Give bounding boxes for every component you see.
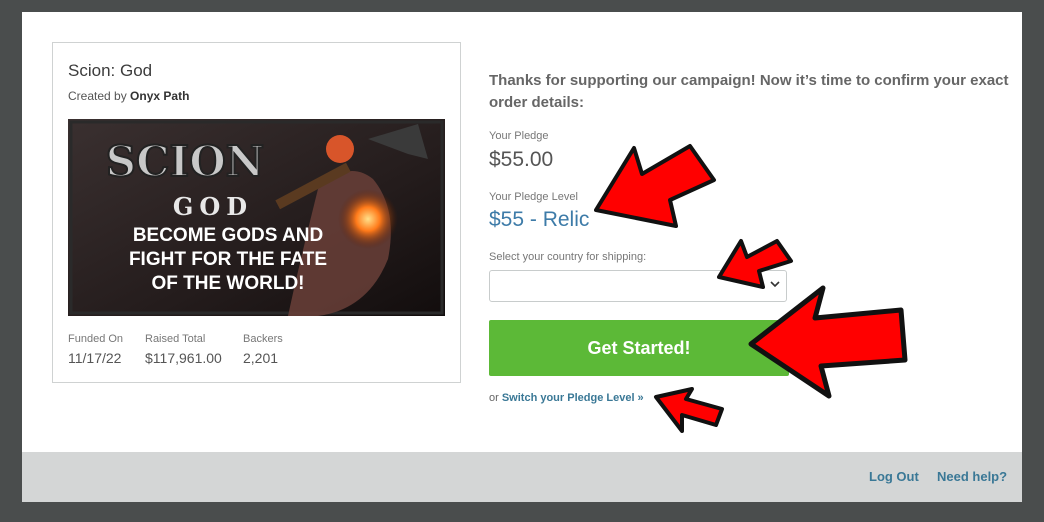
switch-pledge-level-link[interactable]: Switch your Pledge Level » — [502, 392, 644, 404]
stat-value: 11/17/22 — [68, 350, 122, 366]
pledge-manager-panel: Scion: God Created by Onyx Path SCION GO… — [22, 12, 1022, 502]
get-started-button[interactable]: Get Started! — [489, 320, 789, 376]
campaign-creator: Created by Onyx Path — [68, 89, 189, 103]
intro-text: Thanks for supporting our campaign! Now … — [489, 72, 1009, 111]
banner-tagline-3: OF THE WORLD! — [151, 273, 304, 294]
stat-label: Funded On — [68, 333, 124, 345]
banner-tagline-1: BECOME GODS AND — [133, 225, 323, 246]
footer-bar: Log Out Need help? — [22, 452, 1022, 502]
help-link[interactable]: Need help? — [937, 469, 1007, 484]
banner-subtitle: GOD — [173, 192, 253, 221]
campaign-card: Scion: God Created by Onyx Path SCION GO… — [52, 42, 461, 383]
annotation-arrow-icon — [594, 144, 716, 228]
annotation-arrow-icon — [748, 285, 908, 399]
stat-backers: Backers 2,201 — [243, 333, 283, 366]
pledge-amount: $55.00 — [489, 148, 554, 171]
stat-value: 2,201 — [243, 350, 279, 366]
stat-funded-on: Funded On 11/17/22 — [68, 333, 123, 366]
pledge-level-label: Your Pledge Level — [489, 191, 578, 203]
annotation-arrow-icon — [654, 387, 724, 433]
pledge-level-value: $55 - Relic — [489, 208, 590, 231]
country-label: Select your country for shipping: — [489, 251, 647, 263]
banner-tagline-2: FIGHT FOR THE FATE — [129, 249, 327, 270]
campaign-title: Scion: God — [68, 61, 153, 80]
banner-logo-text: SCION — [106, 137, 264, 186]
created-by-label: Created by — [68, 89, 127, 103]
switch-pledge-level: or Switch your Pledge Level » — [489, 392, 644, 404]
logout-link[interactable]: Log Out — [869, 469, 919, 484]
stat-raised-total: Raised Total $117,961.00 — [145, 333, 222, 366]
pledge-label: Your Pledge — [489, 130, 549, 142]
switch-prefix: or — [489, 392, 499, 404]
stat-value: $117,961.00 — [145, 350, 222, 366]
campaign-banner-image: SCION GOD BECOME GODS AND FIGHT FOR THE … — [68, 119, 445, 316]
stat-label: Backers — [243, 333, 283, 345]
creator-name: Onyx Path — [130, 89, 190, 103]
stat-label: Raised Total — [145, 333, 206, 345]
order-details: Thanks for supporting our campaign! Now … — [489, 12, 1009, 452]
